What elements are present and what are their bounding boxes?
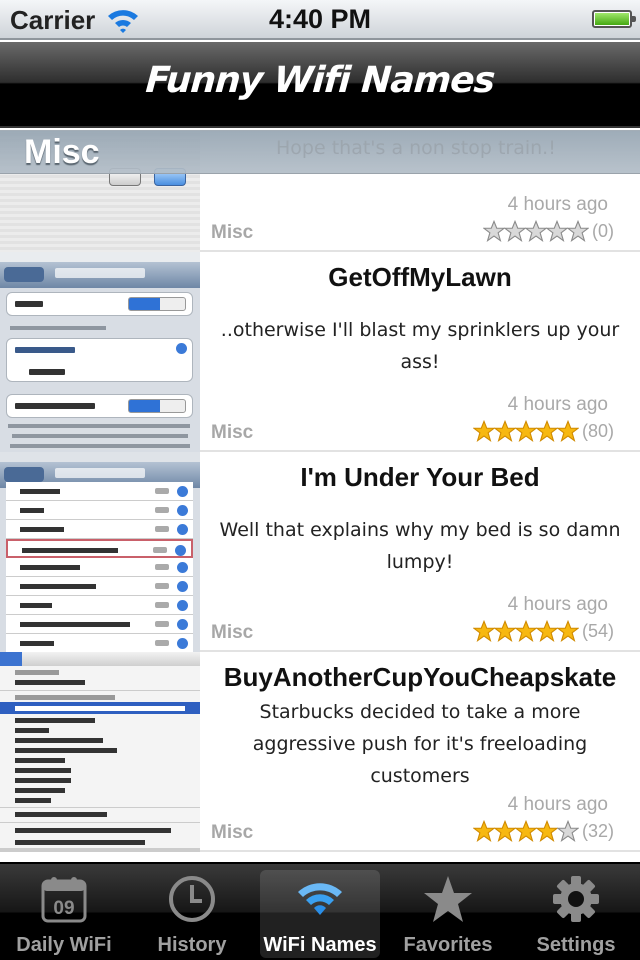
star-empty-icon bbox=[525, 220, 547, 242]
star-filled-icon bbox=[472, 620, 495, 642]
wifi-names-list[interactable]: Hope that's a non stop train.! Misc 4 ho… bbox=[0, 130, 640, 862]
star-filled-icon bbox=[493, 420, 516, 442]
star-rating: (32) bbox=[472, 820, 614, 842]
navigation-bar: Funny Wifi Names bbox=[0, 42, 640, 128]
star-empty-icon bbox=[567, 220, 589, 242]
calendar-day: 09 bbox=[53, 898, 74, 919]
star-filled-icon bbox=[472, 420, 495, 442]
star-filled-icon bbox=[514, 820, 537, 842]
rating-count: (32) bbox=[581, 820, 614, 841]
battery-icon bbox=[592, 10, 636, 28]
row-timestamp: 4 hours ago bbox=[507, 794, 608, 815]
star-filled-icon bbox=[472, 820, 495, 842]
star-filled-icon bbox=[514, 620, 537, 642]
row-category: Misc bbox=[211, 222, 254, 243]
star-rating: (80) bbox=[472, 420, 614, 442]
status-time: 4:40 PM bbox=[268, 4, 372, 34]
star-filled-icon bbox=[535, 420, 558, 442]
rating-count: (0) bbox=[592, 220, 614, 241]
list-item[interactable]: BuyAnotherCupYouCheapskate Starbucks dec… bbox=[0, 652, 640, 852]
star-empty-icon bbox=[546, 220, 568, 242]
star-rating: (0) bbox=[483, 220, 614, 242]
tab-label: WiFi Names bbox=[263, 934, 377, 956]
row-category: Misc bbox=[211, 822, 254, 843]
wifi-name-title: I'm Under Your Bed bbox=[300, 462, 540, 492]
tab-history[interactable]: History bbox=[128, 864, 256, 960]
list-item[interactable]: I'm Under Your Bed Well that explains wh… bbox=[0, 452, 640, 652]
wifi-name-title: BuyAnotherCupYouCheapskate bbox=[223, 662, 617, 692]
tab-daily-wifi[interactable]: 09 Daily WiFi bbox=[0, 864, 128, 960]
rating-count: (54) bbox=[581, 620, 614, 641]
row-category: Misc bbox=[211, 622, 254, 643]
row-category: Misc bbox=[211, 422, 254, 443]
section-header: Hope that's a non stop train.! Misc bbox=[0, 130, 640, 174]
star-filled-icon bbox=[493, 620, 516, 642]
row-timestamp: 4 hours ago bbox=[507, 194, 608, 215]
status-bar: Carrier 4:40 PM bbox=[0, 0, 640, 40]
scrolled-description-text: Hope that's a non stop train.! bbox=[276, 137, 556, 159]
star-filled-icon bbox=[493, 820, 516, 842]
star-filled-icon bbox=[514, 420, 537, 442]
star-filled-icon bbox=[535, 620, 558, 642]
list-item[interactable]: GetOffMyLawn ..otherwise I'll blast my s… bbox=[0, 252, 640, 452]
star-filled-icon bbox=[535, 820, 558, 842]
tab-bar: 09 Daily WiFi History WiFi Names Favorit… bbox=[0, 862, 640, 960]
calendar-icon: 09 bbox=[41, 877, 87, 923]
tab-label: History bbox=[157, 934, 227, 956]
rating-count: (80) bbox=[581, 420, 614, 441]
thumbnail-image bbox=[0, 252, 200, 452]
star-filled-icon bbox=[556, 420, 579, 442]
wifi-name-description: Starbucks decided to take a more aggress… bbox=[252, 701, 588, 787]
star-empty-icon bbox=[556, 820, 579, 842]
thumbnail-image bbox=[0, 652, 200, 852]
star-empty-icon bbox=[483, 220, 505, 242]
gear-icon bbox=[553, 876, 599, 922]
app-title: Funny Wifi Names bbox=[144, 60, 496, 101]
star-rating: (54) bbox=[472, 620, 614, 642]
row-timestamp: 4 hours ago bbox=[507, 394, 608, 415]
thumbnail-image bbox=[0, 452, 200, 652]
star-empty-icon bbox=[504, 220, 526, 242]
clock-icon bbox=[169, 876, 215, 922]
wifi-icon bbox=[298, 883, 342, 915]
section-title: Misc bbox=[24, 133, 100, 171]
row-timestamp: 4 hours ago bbox=[507, 594, 608, 615]
star-icon bbox=[424, 876, 472, 922]
tab-label: Settings bbox=[536, 934, 616, 956]
star-filled-icon bbox=[556, 620, 579, 642]
tab-wifi-names[interactable]: WiFi Names bbox=[256, 864, 384, 960]
wifi-name-title: GetOffMyLawn bbox=[328, 262, 512, 292]
tab-favorites[interactable]: Favorites bbox=[384, 864, 512, 960]
wifi-name-description: Well that explains why my bed is so damn… bbox=[219, 519, 621, 573]
tab-label: Favorites bbox=[403, 934, 493, 956]
tab-settings[interactable]: Settings bbox=[512, 864, 640, 960]
tab-label: Daily WiFi bbox=[16, 934, 112, 956]
wifi-name-description: ..otherwise I'll blast my sprinklers up … bbox=[220, 319, 620, 373]
